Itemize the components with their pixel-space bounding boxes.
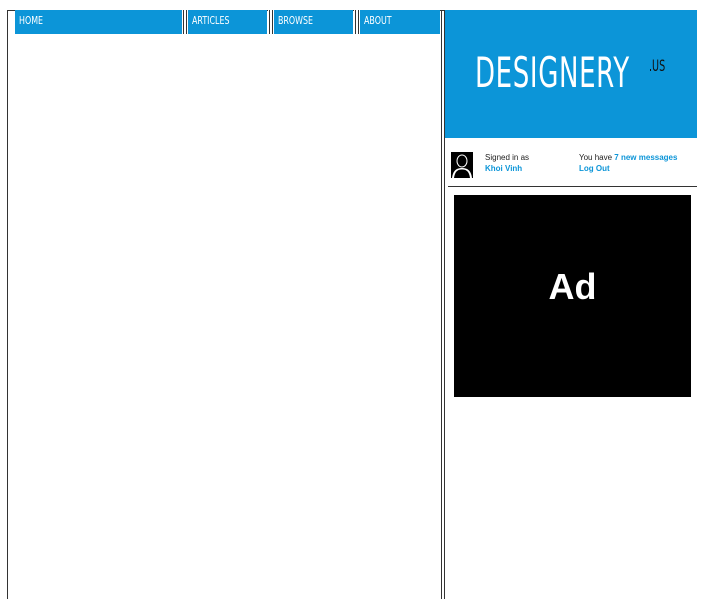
ad-banner[interactable]: Ad bbox=[454, 195, 691, 397]
nav-item-browse[interactable]: BROWSE bbox=[274, 10, 353, 34]
nav-item-label: ABOUT bbox=[364, 14, 392, 27]
messages-prefix: You have bbox=[579, 153, 615, 162]
logo-suffix: .US bbox=[649, 56, 666, 75]
user-name-link[interactable]: Khoi Vinh bbox=[485, 164, 522, 173]
messages-notice: You have 7 new messages bbox=[579, 153, 677, 162]
frame-left-line bbox=[7, 10, 8, 599]
nav-item-label: ARTICLES bbox=[192, 14, 230, 27]
column-divider-left bbox=[441, 10, 442, 599]
logo-wordmark: DESIGNERY bbox=[475, 48, 630, 97]
user-panel-divider bbox=[448, 186, 697, 187]
user-silhouette-icon[interactable] bbox=[451, 152, 473, 178]
nav-item-home[interactable]: HOME bbox=[15, 10, 183, 34]
ad-label: Ad bbox=[548, 266, 597, 307]
nav-item-label: HOME bbox=[19, 14, 44, 27]
site-logo[interactable]: DESIGNERY .US bbox=[445, 10, 697, 138]
logout-link[interactable]: Log Out bbox=[579, 164, 610, 173]
nav-item-articles[interactable]: ARTICLES bbox=[188, 10, 267, 34]
nav-item-about[interactable]: ABOUT bbox=[360, 10, 440, 34]
page: HOME ARTICLES BROWSE ABOUT DESIGNERY .US… bbox=[0, 0, 702, 599]
user-panel: Signed in as Khoi Vinh You have 7 new me… bbox=[445, 138, 697, 188]
nav-item-label: BROWSE bbox=[278, 14, 314, 27]
signed-in-label: Signed in as bbox=[485, 153, 530, 162]
messages-link[interactable]: 7 new messages bbox=[614, 153, 677, 162]
